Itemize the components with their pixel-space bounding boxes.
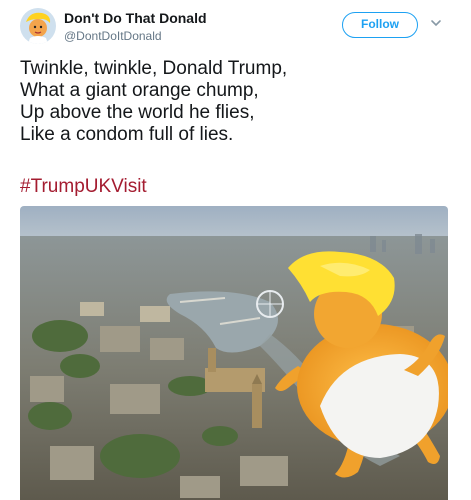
chevron-down-icon[interactable] [429,16,443,30]
display-name[interactable]: Don't Do That Donald [64,10,207,26]
avatar[interactable] [20,8,56,44]
tweet-line: Like a condom full of lies. [20,124,234,145]
tweet-line: Twinkle, twinkle, Donald Trump, [20,58,288,79]
tweet-line: Up above the world he flies, [20,102,255,123]
hashtag-link[interactable]: #TrumpUKVisit [20,176,147,198]
user-handle[interactable]: @DontDoItDonald [64,29,162,43]
tweet-text: Twinkle, twinkle, Donald Trump, What a g… [20,58,460,146]
tweet-photo[interactable] [20,206,448,500]
tweet-line: What a giant orange chump, [20,80,259,101]
tweet-header: Don't Do That Donald @DontDoItDonald Fol… [0,0,471,52]
follow-button[interactable]: Follow [342,12,418,38]
